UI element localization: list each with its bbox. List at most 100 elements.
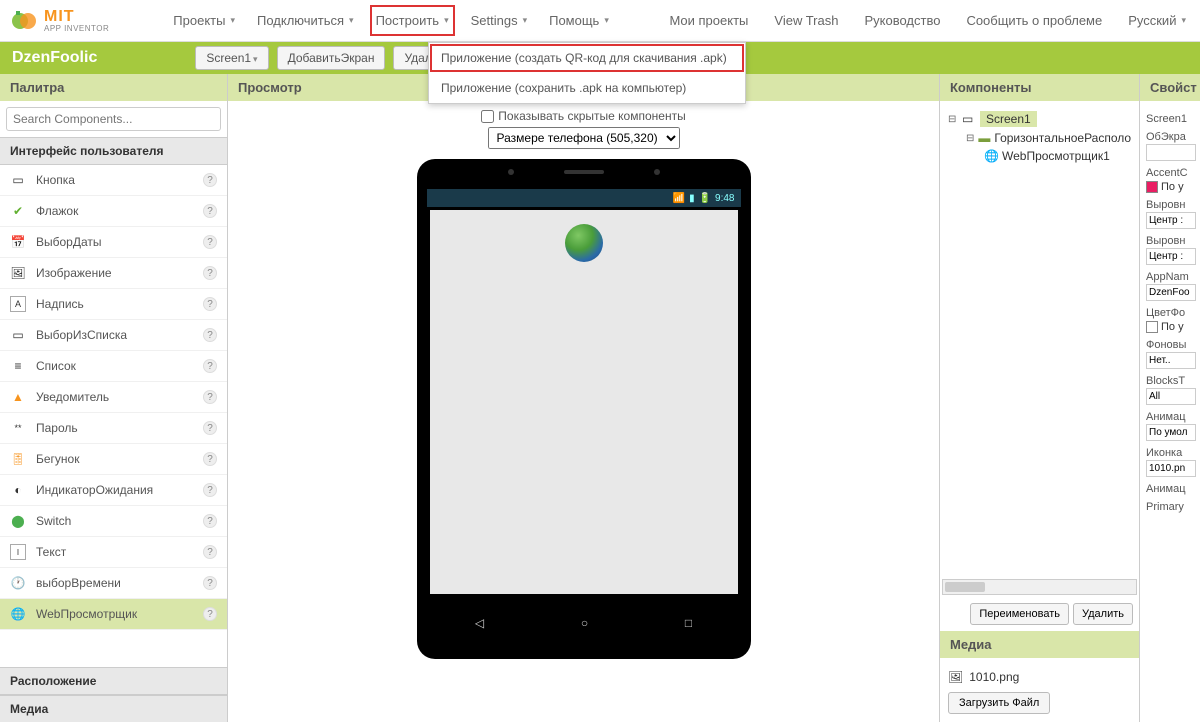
help-icon[interactable]: ?	[203, 204, 217, 218]
prop-primary: Primary	[1146, 501, 1194, 513]
nav-settings[interactable]: Settings	[467, 7, 532, 34]
palette-image[interactable]: 🖼Изображение?	[0, 258, 227, 289]
color-swatch[interactable]	[1146, 321, 1158, 333]
tree-horizontal[interactable]: ⊟ ▬ ГоризонтальноеРасполо	[948, 129, 1131, 147]
palette-checkbox[interactable]: ✔Флажок?	[0, 196, 227, 227]
palette-notifier[interactable]: ▲Уведомитель?	[0, 382, 227, 413]
prop-icon-input[interactable]	[1146, 460, 1196, 477]
palette-header: Палитра	[0, 74, 227, 101]
logo-mit: MIT	[44, 9, 109, 25]
props-header: Свойст	[1140, 74, 1200, 101]
project-name: DzenFoolic	[12, 49, 97, 67]
help-icon[interactable]: ?	[203, 328, 217, 342]
nav-connect[interactable]: Подключиться	[253, 7, 358, 34]
help-icon[interactable]: ?	[203, 607, 217, 621]
add-screen-button[interactable]: ДобавитьЭкран	[277, 46, 386, 70]
prop-animopen: Анимац	[1146, 483, 1194, 495]
rename-button[interactable]: Переименовать	[970, 603, 1069, 625]
nav-trash[interactable]: View Trash	[770, 7, 842, 34]
help-icon[interactable]: ?	[203, 421, 217, 435]
nav-myprojects[interactable]: Мои проекты	[665, 7, 752, 34]
nav-guide[interactable]: Руководство	[860, 7, 944, 34]
palette-timepicker[interactable]: 🕐выборВремени?	[0, 568, 227, 599]
search-input[interactable]	[6, 107, 221, 131]
prop-animclose: Анимац	[1146, 411, 1194, 423]
help-icon[interactable]: ?	[203, 576, 217, 590]
logo-sub: APP INVENTOR	[44, 25, 109, 33]
props-target: Screen1	[1146, 113, 1194, 125]
battery-icon: 🔋	[699, 193, 711, 204]
collapse-icon[interactable]: ⊟	[966, 133, 974, 144]
hidden-checkbox[interactable]	[481, 110, 494, 123]
palette-button[interactable]: ▭Кнопка?	[0, 165, 227, 196]
palette-webviewer[interactable]: 🌐WebПросмотрщик?	[0, 599, 227, 630]
screen-selector[interactable]: Screen1	[195, 46, 268, 70]
palette-cat-ui[interactable]: Интерфейс пользователя	[0, 137, 227, 165]
prop-appname-input[interactable]	[1146, 284, 1196, 301]
tree-screen1[interactable]: ⊟ ▭ Screen1	[948, 109, 1131, 129]
help-icon[interactable]: ?	[203, 359, 217, 373]
prop-blocks-input[interactable]	[1146, 388, 1196, 405]
palette-cat-media[interactable]: Медиа	[0, 695, 227, 722]
logo[interactable]: MIT APP INVENTOR	[10, 7, 109, 35]
media-header: Медиа	[940, 631, 1139, 658]
help-icon[interactable]: ?	[203, 235, 217, 249]
size-select[interactable]: Размере телефона (505,320)	[488, 127, 680, 149]
collapse-icon[interactable]: ⊟	[948, 114, 958, 125]
palette-slider[interactable]: 🎚Бегунок?	[0, 444, 227, 475]
help-icon[interactable]: ?	[203, 452, 217, 466]
palette-textbox[interactable]: IТекст?	[0, 537, 227, 568]
palette-cat-layout[interactable]: Расположение	[0, 667, 227, 695]
help-icon[interactable]: ?	[203, 173, 217, 187]
wifi-icon: 📶	[673, 193, 685, 204]
prop-alignv-input[interactable]	[1146, 248, 1196, 265]
nav-lang[interactable]: Русский	[1124, 7, 1190, 34]
palette-spinner[interactable]: ◐ИндикаторОжидания?	[0, 475, 227, 506]
prop-about-input[interactable]	[1146, 144, 1196, 161]
palette-label[interactable]: AНадпись?	[0, 289, 227, 320]
delete-button[interactable]: Удалить	[1073, 603, 1133, 625]
prop-alignh-input[interactable]	[1146, 212, 1196, 229]
palette-datepicker[interactable]: 📅ВыборДаты?	[0, 227, 227, 258]
palette-listpicker[interactable]: ▭ВыборИзСписка?	[0, 320, 227, 351]
dropdown-save[interactable]: Приложение (сохранить .apk на компьютер)	[429, 73, 745, 103]
prop-accent: AccentC	[1146, 167, 1194, 179]
prop-about: ОбЭкра	[1146, 131, 1194, 143]
prop-bgimage-input[interactable]	[1146, 352, 1196, 369]
image-icon: 🖼	[948, 670, 963, 684]
nav-report[interactable]: Сообщить о проблеме	[962, 7, 1106, 34]
palette-listview[interactable]: ≡Список?	[0, 351, 227, 382]
recent-icon: □	[685, 616, 692, 630]
status-bar: 📶 ▮ 🔋 9:48	[427, 189, 741, 207]
app-canvas[interactable]	[427, 207, 741, 597]
phone-frame: 📶 ▮ 🔋 9:48 ◁ ○ □	[417, 159, 751, 659]
clock: 9:48	[715, 193, 734, 204]
dropdown-qr[interactable]: Приложение (создать QR-код для скачивани…	[429, 43, 745, 73]
help-icon[interactable]: ?	[203, 483, 217, 497]
prop-animclose-input[interactable]	[1146, 424, 1196, 441]
prop-bgcolor: ЦветФо	[1146, 307, 1194, 319]
color-swatch[interactable]	[1146, 181, 1158, 193]
nav-projects[interactable]: Проекты	[169, 7, 239, 34]
components-header: Компоненты	[940, 74, 1139, 101]
prop-blocks: BlocksT	[1146, 375, 1194, 387]
media-file[interactable]: 🖼 1010.png	[948, 666, 1131, 688]
help-icon[interactable]: ?	[203, 514, 217, 528]
palette-switch[interactable]: ⬤Switch?	[0, 506, 227, 537]
help-icon[interactable]: ?	[203, 297, 217, 311]
hidden-checkbox-label[interactable]: Показывать скрытые компоненты	[481, 109, 685, 123]
help-icon[interactable]: ?	[203, 545, 217, 559]
nav-build[interactable]: Построить	[372, 7, 453, 34]
prop-icon: Иконка	[1146, 447, 1194, 459]
nav-help[interactable]: Помощь	[545, 7, 613, 34]
prop-appname: AppNam	[1146, 271, 1194, 283]
help-icon[interactable]: ?	[203, 266, 217, 280]
upload-button[interactable]: Загрузить Файл	[948, 692, 1050, 714]
help-icon[interactable]: ?	[203, 390, 217, 404]
horizontal-scrollbar[interactable]	[942, 579, 1137, 595]
android-nav: ◁ ○ □	[427, 603, 741, 643]
palette-password[interactable]: **Пароль?	[0, 413, 227, 444]
tree-webviewer[interactable]: 🌐 WebПросмотрщик1	[948, 147, 1131, 165]
prop-alignv: Выровн	[1146, 235, 1194, 247]
signal-icon: ▮	[689, 193, 695, 204]
